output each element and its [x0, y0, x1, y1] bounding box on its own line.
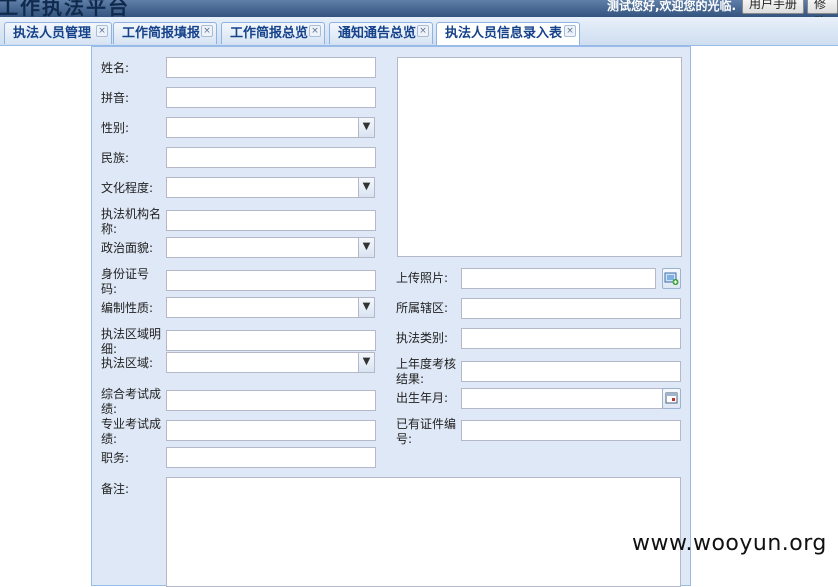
- area-dropdown-button[interactable]: ▼: [358, 352, 375, 373]
- calendar-icon: [665, 392, 678, 404]
- tab-label: 工作简报填报: [122, 26, 201, 41]
- general-exam-input[interactable]: [166, 390, 376, 411]
- birth-month-label: 出生年月:: [396, 391, 449, 405]
- area-detail-input[interactable]: [166, 330, 376, 351]
- district-label: 所属辖区:: [396, 301, 449, 315]
- close-icon[interactable]: ×: [564, 25, 576, 37]
- area-detail-label: 执法区域明细:: [101, 327, 162, 356]
- modify-button[interactable]: 修改: [807, 0, 838, 17]
- tab-briefing-overview[interactable]: 工作简报总览 ×: [221, 22, 325, 44]
- upload-photo-label: 上传照片:: [396, 271, 449, 285]
- position-label: 职务:: [101, 451, 130, 465]
- pinyin-input[interactable]: [166, 87, 376, 108]
- gender-dropdown-button[interactable]: ▼: [358, 117, 375, 138]
- gender-label: 性别:: [101, 121, 130, 135]
- tab-label: 执法人员信息录入表: [445, 26, 563, 41]
- name-input[interactable]: [166, 57, 376, 78]
- chevron-down-icon: ▼: [362, 301, 371, 312]
- enforcement-type-input[interactable]: [461, 328, 681, 349]
- close-icon[interactable]: ×: [309, 25, 321, 37]
- chevron-down-icon: ▼: [362, 121, 371, 132]
- tab-strip: 执法人员管理 × 工作简报填报 × 工作简报总览 × 通知通告总览 × 执法人员…: [0, 17, 838, 46]
- political-status-dropdown-button[interactable]: ▼: [358, 237, 375, 258]
- political-status-select[interactable]: [166, 237, 359, 258]
- upload-photo-input[interactable]: [461, 268, 656, 289]
- close-icon[interactable]: ×: [417, 25, 429, 37]
- agency-name-label: 执法机构名称:: [101, 207, 162, 236]
- education-select[interactable]: [166, 177, 359, 198]
- assessment-label: 上年度考核结果:: [396, 357, 457, 386]
- app-logo: 工作执法平台: [0, 0, 130, 17]
- tab-notice-overview[interactable]: 通知通告总览 ×: [329, 22, 433, 44]
- area-select[interactable]: [166, 352, 359, 373]
- enforcement-type-label: 执法类别:: [396, 331, 449, 345]
- chevron-down-icon: ▼: [362, 356, 371, 367]
- district-input[interactable]: [461, 298, 681, 319]
- assessment-input[interactable]: [461, 361, 681, 382]
- tab-officer-management[interactable]: 执法人员管理 ×: [4, 22, 112, 44]
- staffing-type-dropdown-button[interactable]: ▼: [358, 297, 375, 318]
- staffing-type-select[interactable]: [166, 297, 359, 318]
- tab-label: 执法人员管理: [13, 26, 92, 41]
- tab-officer-info-entry[interactable]: 执法人员信息录入表 ×: [436, 22, 580, 45]
- tab-briefing-entry[interactable]: 工作简报填报 ×: [113, 22, 217, 44]
- ethnicity-label: 民族:: [101, 151, 130, 165]
- remarks-label: 备注:: [101, 482, 130, 496]
- chevron-down-icon: ▼: [362, 241, 371, 252]
- tab-label: 工作简报总览: [230, 26, 309, 41]
- professional-exam-input[interactable]: [166, 420, 376, 441]
- ethnicity-input[interactable]: [166, 147, 376, 168]
- birth-month-input[interactable]: [461, 388, 663, 409]
- id-number-input[interactable]: [166, 270, 376, 291]
- close-icon[interactable]: ×: [96, 25, 108, 37]
- staffing-type-label: 编制性质:: [101, 301, 154, 315]
- tab-label: 通知通告总览: [338, 26, 417, 41]
- photo-preview: [397, 57, 682, 257]
- general-exam-label: 综合考试成绩:: [101, 387, 162, 416]
- chevron-down-icon: ▼: [362, 181, 371, 192]
- date-picker-button[interactable]: [662, 388, 681, 409]
- existing-cert-no-input[interactable]: [461, 420, 681, 441]
- remarks-textarea[interactable]: [166, 477, 681, 587]
- watermark: www.wooyun.org: [632, 531, 827, 556]
- top-header: 工作执法平台 测试您好,欢迎您的光临. 用户手册 修改: [0, 0, 838, 17]
- officer-info-form: 姓名: 拼音: 性别: 民族: 文化程度: 执法机构名称: 政治面貌: 身份证号…: [91, 46, 691, 587]
- upload-photo-button[interactable]: [662, 268, 681, 289]
- political-status-label: 政治面貌:: [101, 241, 154, 255]
- gender-select[interactable]: [166, 117, 359, 138]
- education-label: 文化程度:: [101, 181, 154, 195]
- name-label: 姓名:: [101, 61, 130, 75]
- welcome-text: 测试您好,欢迎您的光临.: [607, 0, 737, 13]
- image-add-icon: [664, 272, 679, 285]
- agency-name-input[interactable]: [166, 210, 376, 231]
- position-input[interactable]: [166, 447, 376, 468]
- existing-cert-no-label: 已有证件编号:: [396, 417, 457, 446]
- id-number-label: 身份证号码:: [101, 267, 150, 296]
- pinyin-label: 拼音:: [101, 91, 130, 105]
- user-manual-button[interactable]: 用户手册: [742, 0, 805, 14]
- close-icon[interactable]: ×: [201, 25, 213, 37]
- professional-exam-label: 专业考试成绩:: [101, 417, 162, 446]
- education-dropdown-button[interactable]: ▼: [358, 177, 375, 198]
- area-label: 执法区域:: [101, 356, 154, 370]
